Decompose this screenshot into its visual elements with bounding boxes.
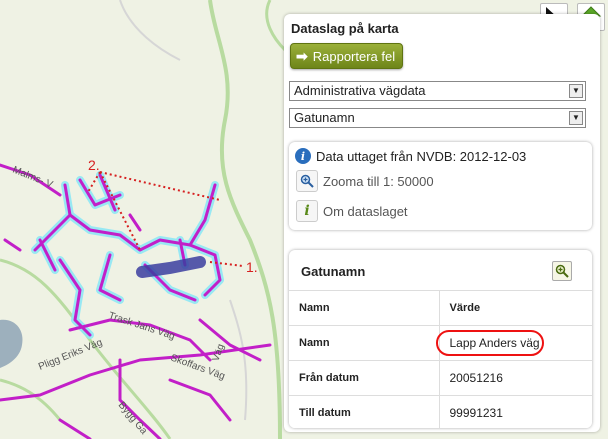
attribute-table: Namn Värde Namn Lapp Anders väg Från dat… bbox=[289, 290, 592, 428]
report-error-label: Rapportera fel bbox=[312, 48, 396, 64]
col-header-name: Namn bbox=[289, 290, 440, 326]
data-type-select[interactable]: Gatunamn ▼ bbox=[289, 108, 586, 128]
col-header-value: Värde bbox=[439, 290, 592, 326]
annotation-1-label: 1. bbox=[246, 259, 258, 275]
info-italic-icon: i bbox=[296, 200, 318, 222]
result-box: Gatunamn Namn Värde Namn Lapp Anders väg… bbox=[289, 250, 592, 428]
data-type-value: Gatunamn bbox=[294, 110, 355, 125]
about-link[interactable]: i Om dataslaget bbox=[296, 200, 408, 222]
data-source-text: Data uttaget från NVDB: 2012-12-03 bbox=[316, 148, 527, 164]
table-row: Till datum 99991231 bbox=[289, 395, 592, 428]
row-value: 20051216 bbox=[439, 360, 592, 396]
info-icon: i bbox=[295, 148, 311, 164]
data-layer-panel: Dataslag på karta ➡ Rapportera fel Admin… bbox=[284, 14, 600, 432]
zoom-in-icon bbox=[296, 170, 318, 192]
result-title: Gatunamn bbox=[301, 264, 366, 279]
annotation-2-label: 2. bbox=[88, 157, 100, 173]
arrow-right-icon: ➡ bbox=[296, 47, 308, 64]
table-row: Namn Lapp Anders väg bbox=[289, 325, 592, 361]
data-source-row: i Data uttaget från NVDB: 2012-12-03 bbox=[295, 148, 526, 164]
row-key: Till datum bbox=[289, 395, 440, 428]
highlight-oval bbox=[435, 330, 544, 356]
table-row: Från datum 20051216 bbox=[289, 360, 592, 396]
info-box: i Data uttaget från NVDB: 2012-12-03 Zoo… bbox=[289, 142, 592, 230]
chevron-down-icon: ▼ bbox=[569, 84, 583, 98]
data-category-value: Administrativa vägdata bbox=[294, 83, 426, 98]
row-key: Namn bbox=[289, 325, 440, 361]
about-link-text: Om dataslaget bbox=[323, 203, 408, 219]
zoom-to-feature-button[interactable] bbox=[552, 261, 572, 281]
zoom-link-text: Zooma till 1: 50000 bbox=[323, 173, 434, 189]
row-value: Lapp Anders väg bbox=[435, 325, 592, 361]
zoom-link[interactable]: Zooma till 1: 50000 bbox=[296, 170, 434, 192]
row-value: 99991231 bbox=[439, 395, 592, 428]
report-error-button[interactable]: ➡ Rapportera fel bbox=[290, 43, 403, 69]
chevron-down-icon: ▼ bbox=[569, 111, 583, 125]
row-key: Från datum bbox=[289, 360, 440, 396]
table-header-row: Namn Värde bbox=[289, 290, 592, 326]
zoom-in-icon bbox=[555, 264, 569, 278]
data-category-select[interactable]: Administrativa vägdata ▼ bbox=[289, 81, 586, 101]
panel-title: Dataslag på karta bbox=[291, 21, 399, 36]
